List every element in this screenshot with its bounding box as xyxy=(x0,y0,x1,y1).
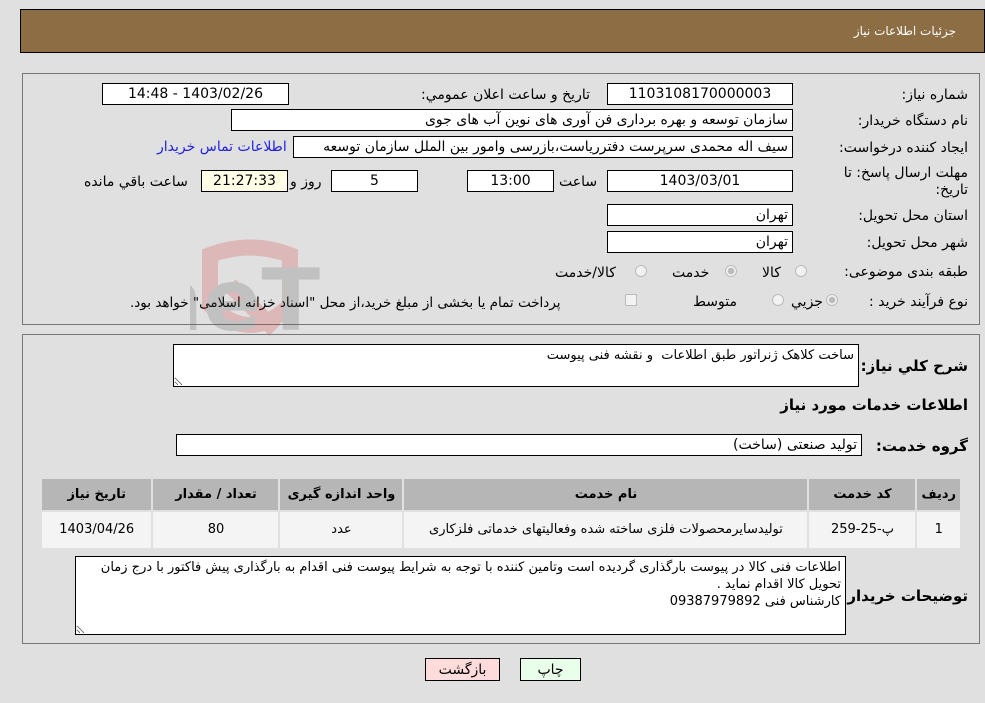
services-heading: اطلاعات خدمات مورد نیاز xyxy=(780,396,968,414)
description-label: شرح کلي نیاز: xyxy=(860,357,968,375)
city-field: تهران xyxy=(607,231,793,253)
col-service-code: کد خدمت xyxy=(807,477,918,512)
cell-row-number: 1 xyxy=(915,510,962,550)
deadline-date-field: 1403/03/01 xyxy=(607,170,793,192)
table-header-row: ردیف کد خدمت نام خدمت واحد اندازه گیری ت… xyxy=(39,477,962,512)
purchase-radio-minor[interactable] xyxy=(826,294,838,306)
purchase-type-label: نوع فرآیند خرید : xyxy=(869,294,968,310)
category-option-goods: کالا xyxy=(762,265,781,281)
service-group-field: تولید صنعتی (ساخت) xyxy=(176,434,862,456)
cell-need-date: 1403/04/26 xyxy=(39,510,154,550)
category-radio-service[interactable] xyxy=(725,265,737,277)
remaining-days-field: 5 xyxy=(331,170,418,192)
category-label: طبقه بندی موضوعی: xyxy=(844,264,968,280)
days-label: روز و xyxy=(290,174,322,190)
col-row-number: ردیف xyxy=(915,477,962,512)
province-field: تهران xyxy=(607,204,793,226)
deadline-time-field: 13:00 xyxy=(467,170,554,192)
table-row: 1 پ-25-259 تولیدسایرمحصولات فلزی ساخته ش… xyxy=(39,510,962,550)
purchase-radio-medium[interactable] xyxy=(772,294,784,306)
category-radio-goods-service[interactable] xyxy=(635,265,647,277)
buyer-contact-link[interactable]: اطلاعات تماس خریدار xyxy=(157,139,287,155)
deadline-label: مهلت ارسال پاسخ: تا تاریخ: xyxy=(843,165,968,198)
col-unit: واحد اندازه گیری xyxy=(278,477,405,512)
buyer-notes-textarea[interactable]: اطلاعات فنی کالا در پیوست بارگذاری گردید… xyxy=(75,556,846,635)
need-number-label: شماره نیاز: xyxy=(901,87,969,103)
back-button[interactable]: بازگشت xyxy=(425,658,500,681)
need-number-field: 1103108170000003 xyxy=(607,83,793,105)
remaining-time-label: ساعت باقي مانده xyxy=(84,174,188,190)
buyer-notes-label: توضیحات خریدار: xyxy=(841,587,968,605)
service-group-label: گروه خدمت: xyxy=(875,437,968,455)
purchase-option-minor: جزیي xyxy=(791,294,823,310)
col-service-name: نام خدمت xyxy=(402,477,810,512)
page-header: جزئیات اطلاعات نیاز xyxy=(20,9,985,53)
purchase-option-medium: متوسط xyxy=(693,294,737,310)
page-title: جزئیات اطلاعات نیاز xyxy=(853,24,956,38)
cell-quantity: 80 xyxy=(151,510,281,550)
remaining-time-field: 21:27:33 xyxy=(201,170,288,192)
category-radio-goods[interactable] xyxy=(795,265,807,277)
treasury-payment-note: پرداخت تمام یا بخشی از مبلغ خرید،از محل … xyxy=(130,295,561,311)
city-label: شهر محل تحویل: xyxy=(866,235,968,251)
deadline-time-label: ساعت xyxy=(559,174,598,190)
cell-service-name: تولیدسایرمحصولات فلزی ساخته شده وفعالیته… xyxy=(402,510,810,550)
announce-datetime-label: تاریخ و ساعت اعلان عمومي: xyxy=(421,87,590,103)
treasury-payment-checkbox[interactable] xyxy=(625,294,637,306)
category-option-service: خدمت xyxy=(672,265,710,281)
cell-service-code: پ-25-259 xyxy=(807,510,918,550)
col-quantity: تعداد / مقدار xyxy=(151,477,281,512)
col-need-date: تاریخ نیاز xyxy=(39,477,154,512)
print-button[interactable]: چاپ xyxy=(520,658,581,681)
province-label: استان محل تحویل: xyxy=(858,208,968,224)
cell-unit: عدد xyxy=(278,510,405,550)
services-table: ردیف کد خدمت نام خدمت واحد اندازه گیری ت… xyxy=(39,477,962,550)
requester-label: ایجاد کننده درخواست: xyxy=(839,140,968,156)
category-option-goods-service: کالا/خدمت xyxy=(555,265,616,281)
announce-datetime-field: 1403/02/26 - 14:48 xyxy=(102,83,289,105)
buyer-org-label: نام دستگاه خریدار: xyxy=(857,113,968,129)
requester-field: سیف اله محمدی سرپرست دفترریاست،بازرسی وا… xyxy=(293,136,793,158)
buyer-org-field: سازمان توسعه و بهره برداری فن آوری های ن… xyxy=(231,109,793,131)
description-textarea[interactable]: ساخت کلاهک ژنراتور طبق اطلاعات و نقشه فن… xyxy=(173,344,859,387)
